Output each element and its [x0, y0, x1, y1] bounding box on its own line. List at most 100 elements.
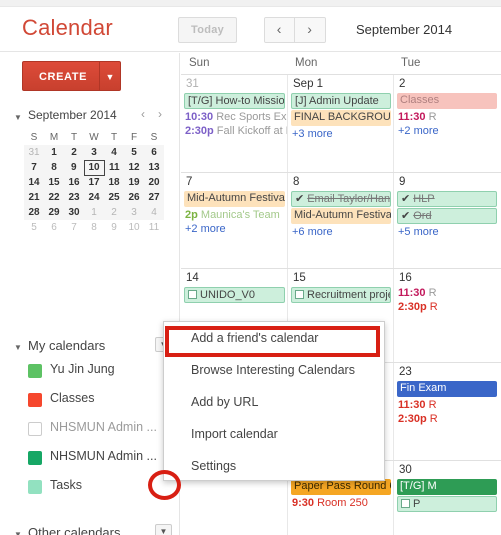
- mini-day-27[interactable]: 27: [144, 190, 164, 205]
- calendar-color-checkbox-icon[interactable]: [28, 393, 42, 407]
- more-events-link[interactable]: +5 more: [394, 225, 499, 239]
- mini-day-8[interactable]: 8: [44, 160, 64, 175]
- day-cell[interactable]: 7 Mid-Autumn Festival 2p Maunica's Team +2 …: [181, 173, 287, 268]
- mini-day-7[interactable]: 7: [64, 220, 84, 235]
- task-checkbox-icon[interactable]: [401, 499, 410, 508]
- calendar-event[interactable]: ✔ HLP: [397, 191, 497, 207]
- mini-day-8[interactable]: 8: [84, 220, 104, 235]
- menu-item-import-calendar[interactable]: Import calendar: [164, 418, 384, 450]
- mini-day-2[interactable]: 2: [64, 145, 84, 160]
- calendar-timed-event[interactable]: 11:30 R: [394, 398, 499, 412]
- mini-day-5[interactable]: 5: [124, 145, 144, 160]
- day-cell[interactable]: 8 ✔ Email Taylor/Hanr Mid-Autumn Festival +6…: [287, 173, 393, 268]
- other-calendars-menu-button[interactable]: ▼: [155, 524, 172, 535]
- task-done-check-icon[interactable]: ✔: [401, 192, 410, 206]
- calendar-list-item[interactable]: Tasks: [8, 474, 180, 503]
- calendar-timed-event[interactable]: 11:30 R: [394, 110, 499, 124]
- mini-day-25[interactable]: 25: [104, 190, 124, 205]
- mini-day-1[interactable]: 1: [84, 205, 104, 220]
- more-events-link[interactable]: +2 more: [181, 222, 287, 236]
- mini-day-5[interactable]: 5: [24, 220, 44, 235]
- mini-next-month-icon[interactable]: ›: [158, 107, 162, 121]
- day-cell[interactable]: 9 ✔ HLP ✔ Ord +5 more: [393, 173, 499, 268]
- calendar-event[interactable]: Mid-Autumn Festival: [184, 191, 285, 207]
- mini-day-14[interactable]: 14: [24, 175, 44, 190]
- task-checkbox-icon[interactable]: [188, 290, 197, 299]
- mini-day-4[interactable]: 4: [104, 145, 124, 160]
- task-done-check-icon[interactable]: ✔: [295, 192, 304, 206]
- mini-day-22[interactable]: 22: [44, 190, 64, 205]
- menu-item-add-by-url[interactable]: Add by URL: [164, 386, 384, 418]
- calendar-timed-event[interactable]: 11:30 R: [394, 286, 499, 300]
- menu-item-settings[interactable]: Settings: [164, 450, 384, 482]
- mini-day-15[interactable]: 15: [44, 175, 64, 190]
- calendar-event[interactable]: [T/G] M: [397, 479, 497, 495]
- mini-day-11[interactable]: 11: [144, 220, 164, 235]
- mini-day-21[interactable]: 21: [24, 190, 44, 205]
- mini-day-29[interactable]: 29: [44, 205, 64, 220]
- calendar-color-checkbox-icon[interactable]: [28, 480, 42, 494]
- mini-day-26[interactable]: 26: [124, 190, 144, 205]
- mini-day-6[interactable]: 6: [44, 220, 64, 235]
- calendar-color-checkbox-icon[interactable]: [28, 364, 42, 378]
- calendar-event[interactable]: FINAL BACKGROUND: [291, 110, 391, 126]
- mini-day-16[interactable]: 16: [64, 175, 84, 190]
- calendar-timed-event[interactable]: 2:30p Fall Kickoff at IM: [181, 124, 287, 138]
- calendar-list-item[interactable]: NHSMUN Admin ...: [8, 416, 180, 445]
- mini-day-30[interactable]: 30: [64, 205, 84, 220]
- mini-day-28[interactable]: 28: [24, 205, 44, 220]
- task-done-check-icon[interactable]: ✔: [401, 209, 410, 223]
- today-button[interactable]: Today: [178, 17, 238, 43]
- my-calendars-collapse-triangle-icon[interactable]: ▼: [14, 343, 22, 352]
- calendar-event[interactable]: Classes: [397, 93, 497, 109]
- calendar-event[interactable]: UNIDO_V0: [184, 287, 285, 303]
- calendar-timed-event[interactable]: 2:30p R: [394, 300, 499, 314]
- more-events-link[interactable]: +2 more: [394, 124, 499, 138]
- calendar-event[interactable]: [J] Admin Update: [291, 93, 391, 109]
- calendar-color-checkbox-icon[interactable]: [28, 451, 42, 465]
- mini-day-23[interactable]: 23: [64, 190, 84, 205]
- mini-day-31[interactable]: 31: [24, 145, 44, 160]
- create-dropdown-arrow-icon[interactable]: ▼: [99, 61, 122, 91]
- mini-day-18[interactable]: 18: [104, 175, 124, 190]
- mini-day-17[interactable]: 17: [84, 175, 104, 190]
- menu-item-browse-interesting-calendars[interactable]: Browse Interesting Calendars: [164, 354, 384, 386]
- menu-item-add-a-friend-s-calendar[interactable]: Add a friend's calendar: [164, 322, 384, 354]
- mini-day-1[interactable]: 1: [44, 145, 64, 160]
- mini-day-24[interactable]: 24: [84, 190, 104, 205]
- calendar-event[interactable]: P: [397, 496, 497, 512]
- day-cell[interactable]: Sep 1 [J] Admin Update FINAL BACKGROUND +3 …: [287, 75, 393, 172]
- calendar-timed-event[interactable]: 2p Maunica's Team: [181, 208, 287, 222]
- mini-day-6[interactable]: 6: [144, 145, 164, 160]
- calendar-list-item[interactable]: Classes: [8, 387, 180, 416]
- prev-period-icon[interactable]: ‹: [264, 18, 295, 42]
- calendar-event[interactable]: Fin Exam: [397, 381, 497, 397]
- mini-day-2[interactable]: 2: [104, 205, 124, 220]
- calendar-timed-event[interactable]: 10:30 Rec Sports Expo: [181, 110, 287, 124]
- calendar-event[interactable]: ✔ Ord: [397, 208, 497, 224]
- mini-day-10[interactable]: 10: [124, 220, 144, 235]
- day-cell[interactable]: 16 11:30 R 2:30p R: [393, 269, 499, 362]
- calendar-list-item[interactable]: Yu Jin Jung: [8, 358, 180, 387]
- create-button[interactable]: CREATE: [22, 61, 104, 91]
- day-cell[interactable]: 30 [T/G] M P: [393, 461, 499, 535]
- task-checkbox-icon[interactable]: [295, 290, 304, 299]
- more-events-link[interactable]: +3 more: [288, 127, 393, 141]
- mini-day-4[interactable]: 4: [144, 205, 164, 220]
- mini-collapse-triangle-icon[interactable]: ▼: [14, 113, 22, 122]
- other-calendars-dropdown-menu[interactable]: Add a friend's calendar Browse Interestin…: [163, 321, 385, 481]
- calendar-timed-event[interactable]: 2:30p R: [394, 412, 499, 426]
- next-period-icon[interactable]: ›: [294, 18, 325, 42]
- calendar-color-checkbox-icon[interactable]: [28, 422, 42, 436]
- mini-day-7[interactable]: 7: [24, 160, 44, 175]
- calendar-timed-event[interactable]: 9:30 Room 250: [288, 496, 393, 510]
- day-cell[interactable]: 31 [T/G] How-to Mission 10:30 Rec Sports E…: [181, 75, 287, 172]
- mini-prev-month-icon[interactable]: ‹: [141, 107, 145, 121]
- mini-day-9[interactable]: 9: [104, 220, 124, 235]
- day-cell[interactable]: 23 Fin Exam 11:30 R 2:30p R: [393, 363, 499, 460]
- mini-day-13[interactable]: 13: [144, 160, 164, 175]
- mini-day-9[interactable]: 9: [64, 160, 84, 175]
- mini-day-20[interactable]: 20: [144, 175, 164, 190]
- more-events-link[interactable]: +6 more: [288, 225, 393, 239]
- mini-day-12[interactable]: 12: [124, 160, 144, 175]
